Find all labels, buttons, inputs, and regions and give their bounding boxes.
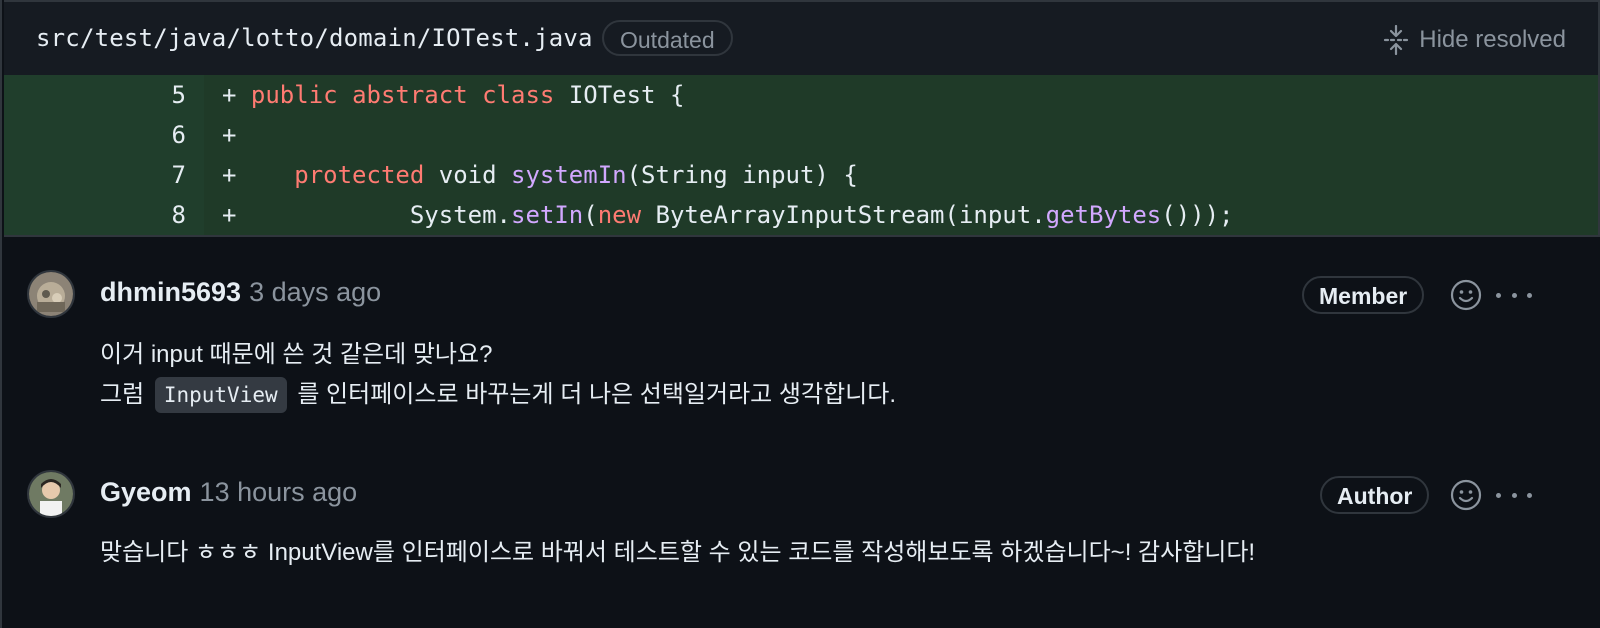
dot-icon: [1511, 292, 1517, 298]
smiley-icon: [1450, 279, 1482, 311]
code-token: ByteArrayInputStream(input.: [655, 201, 1046, 229]
diff-marker: +: [222, 81, 237, 109]
author-name[interactable]: dhmin5693: [100, 277, 241, 307]
code-token: setIn: [511, 201, 584, 229]
dot-icon: [1496, 492, 1501, 498]
diff-marker: +: [222, 201, 237, 229]
comment-time[interactable]: 13 hours ago: [200, 477, 358, 507]
comment-header: Gyeom 13 hours ago: [100, 477, 357, 508]
comment-text: 를 인터페이스로 바꾸는게 더 나은 선택일거라고 생각합니다.: [297, 381, 896, 408]
code-token: abstract: [352, 81, 468, 109]
line-number[interactable]: 7: [4, 155, 204, 195]
more-options-button[interactable]: [1496, 479, 1532, 511]
file-header: src/test/java/lotto/domain/IOTest.java O…: [4, 0, 1600, 75]
diff-marker: +: [222, 161, 237, 189]
comment-line: 맞습니다 ㅎㅎㅎ InputView를 인터페이스로 바꿔서 테스트할 수 있는…: [100, 539, 1256, 566]
code-token: getBytes: [1045, 201, 1162, 229]
dot-icon: [1527, 292, 1532, 298]
code-token: ()));: [1161, 201, 1234, 229]
comment-body: 이거 input 때문에 쓴 것 같은데 맞나요? 그럼 InputView 를…: [100, 335, 896, 415]
code-line: + protected void systemIn(String input) …: [222, 155, 858, 195]
code-token: System.: [409, 201, 511, 229]
author-name[interactable]: Gyeom: [100, 477, 192, 507]
code-token: (: [583, 201, 598, 229]
dot-icon: [1511, 492, 1517, 498]
diff-line: 6 +: [4, 115, 1598, 155]
line-number[interactable]: 6: [4, 115, 204, 155]
diff-block: 5 + public abstract class IOTest { 6 + 7…: [4, 75, 1600, 235]
diff-line: 7 + protected void systemIn(String input…: [4, 155, 1598, 195]
code-line: + System.setIn(new ByteArrayInputStream(…: [222, 195, 1234, 235]
code-token: public: [250, 81, 338, 109]
code-line: + public abstract class IOTest {: [222, 75, 684, 115]
code-token: (String input) {: [626, 161, 858, 189]
dot-icon: [1496, 292, 1501, 298]
more-options-button[interactable]: [1496, 279, 1532, 311]
avatar[interactable]: [27, 470, 75, 518]
hide-resolved-button[interactable]: Hide resolved: [1383, 24, 1566, 56]
code-token: void: [438, 161, 497, 189]
code-token: class: [482, 81, 555, 109]
review-thread: src/test/java/lotto/domain/IOTest.java O…: [0, 0, 1600, 628]
role-badge: Member: [1302, 276, 1425, 314]
diff-marker: +: [222, 121, 237, 149]
outdated-badge: Outdated: [602, 20, 733, 56]
line-number[interactable]: 8: [4, 195, 204, 235]
fold-icon: [1383, 25, 1409, 55]
comment-line: 이거 input 때문에 쓴 것 같은데 맞나요?: [100, 341, 493, 368]
comment-text: 그럼: [100, 381, 145, 408]
comment-header: dhmin5693 3 days ago: [100, 277, 381, 308]
divider: [4, 235, 1600, 237]
file-path[interactable]: src/test/java/lotto/domain/IOTest.java: [36, 24, 593, 52]
diff-line: 8 + System.setIn(new ByteArrayInputStrea…: [4, 195, 1598, 235]
add-reaction-button[interactable]: [1450, 279, 1482, 311]
code-token: IOTest {: [568, 81, 685, 109]
comment-line: 그럼 InputView 를 인터페이스로 바꾸는게 더 나은 선택일거라고 생…: [100, 375, 896, 415]
smiley-icon: [1450, 479, 1482, 511]
code-token: protected: [294, 161, 425, 189]
add-reaction-button[interactable]: [1450, 479, 1482, 511]
diff-line: 5 + public abstract class IOTest {: [4, 75, 1598, 115]
dot-icon: [1527, 492, 1532, 498]
code-token: new: [597, 201, 642, 229]
role-badge: Author: [1320, 476, 1430, 514]
avatar[interactable]: [27, 270, 75, 318]
code-line: +: [222, 115, 236, 155]
code-token: systemIn: [511, 161, 627, 189]
comment-body: 맞습니다 ㅎㅎㅎ InputView를 인터페이스로 바꿔서 테스트할 수 있는…: [100, 533, 1255, 573]
comment-time[interactable]: 3 days ago: [249, 277, 381, 307]
inline-code: InputView: [154, 377, 287, 413]
hide-resolved-label: Hide resolved: [1419, 26, 1566, 53]
line-number[interactable]: 5: [4, 75, 204, 115]
